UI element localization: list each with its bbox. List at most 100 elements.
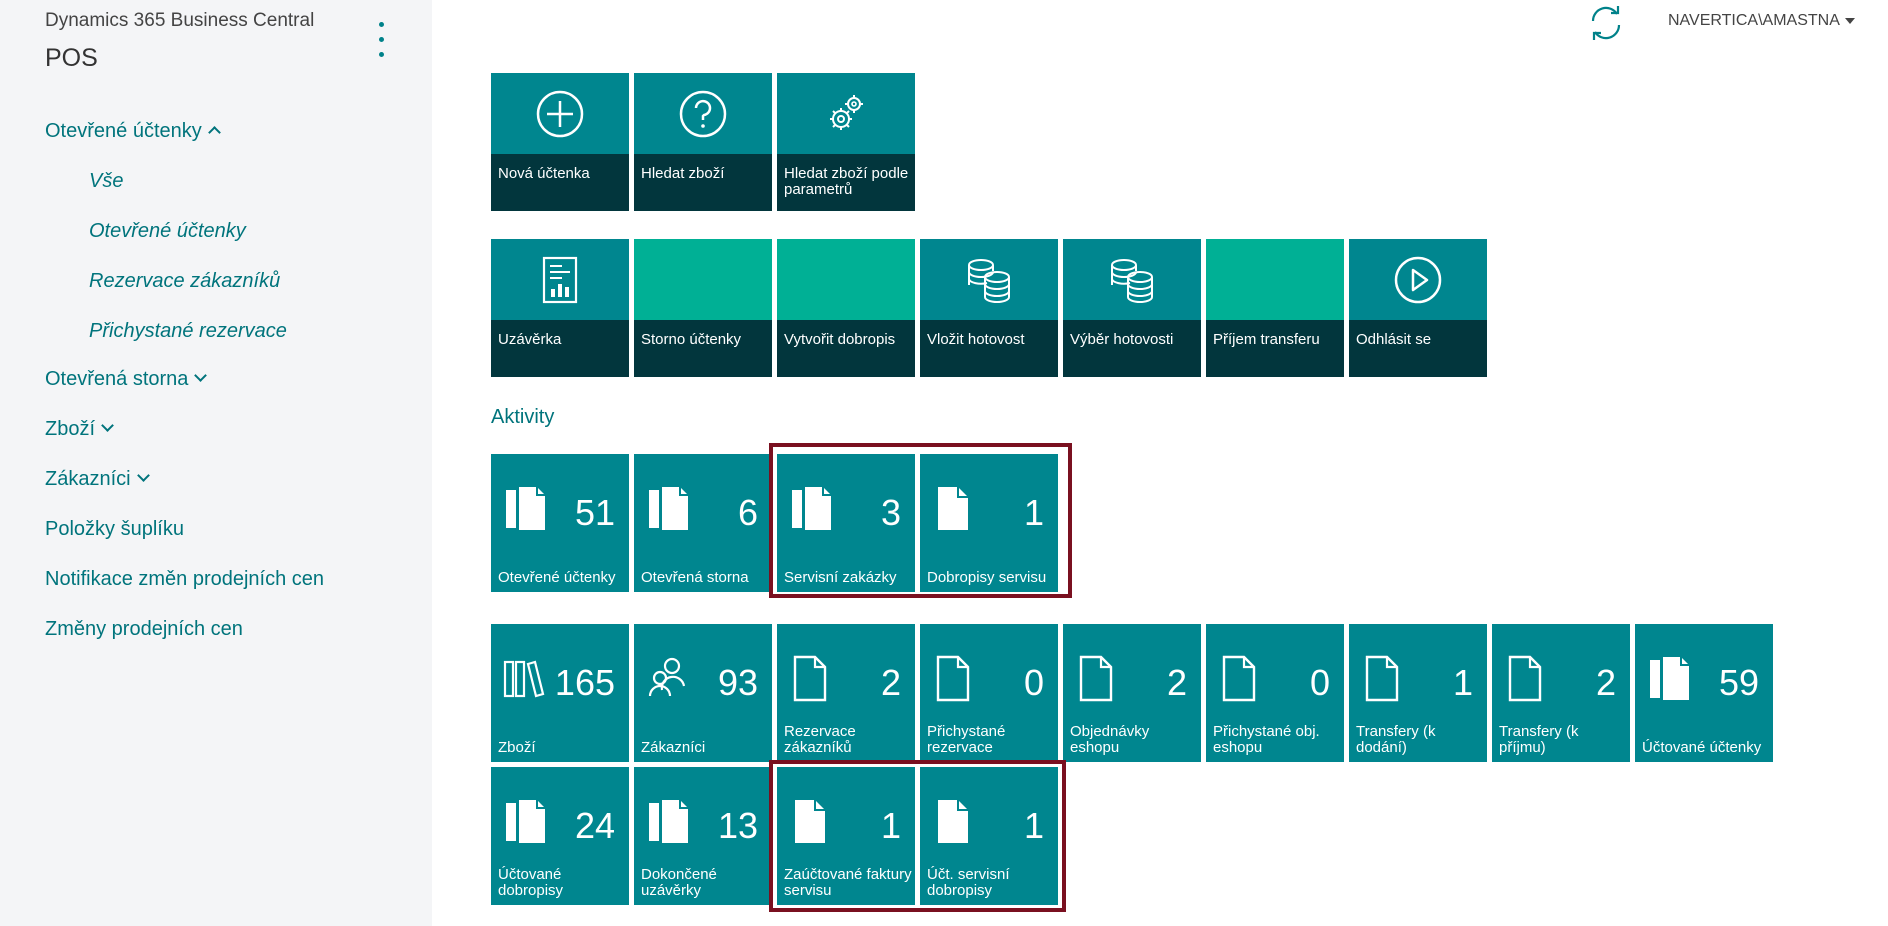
play-circle-icon [1349, 239, 1487, 320]
cue-prepared-reservations[interactable]: 0 Přichystané rezervace [920, 624, 1058, 762]
action-search-items[interactable]: Hledat zboží [634, 73, 772, 211]
cue-count: 6 [737, 492, 758, 533]
app-name: Dynamics 365 Business Central [45, 10, 315, 31]
nav-items[interactable]: Zboží [45, 418, 114, 441]
nav-customers[interactable]: Zákazníci [45, 468, 150, 491]
user-menu[interactable]: NAVERTICA\AMASTNA [1668, 12, 1855, 30]
nav-open-receipts-sub[interactable]: Otevřené účtenky [89, 220, 246, 243]
cue-label: Otevřená storna [641, 569, 749, 586]
nav-open-receipts-label: Otevřené účtenky [45, 120, 202, 142]
action-label: Vložit hotovost [927, 331, 1025, 348]
cue-count: 3 [880, 492, 901, 533]
action-receive-transfer[interactable]: Příjem transferu [1206, 239, 1344, 377]
nav-all[interactable]: Vše [89, 170, 123, 193]
nav-customers-label: Zákazníci [45, 468, 131, 490]
action-label: Výběr hotovosti [1070, 331, 1174, 348]
cue-label: Přichystané obj. eshopu [1213, 723, 1320, 756]
nav-customer-reservations[interactable]: Rezervace zákazníků [89, 270, 280, 293]
cue-customer-reservations[interactable]: 2 Rezervace zákazníků [777, 624, 915, 762]
cue-items[interactable]: 165 Zboží [491, 624, 629, 762]
cue-label: Servisní zakázky [784, 569, 897, 586]
documents-icon [646, 484, 692, 534]
cue-service-credit-memos[interactable]: 1 Dobropisy servisu [920, 454, 1058, 592]
cue-open-reversals[interactable]: 6 Otevřená storna [634, 454, 772, 592]
documents-icon [789, 484, 835, 534]
cue-count: 51 [574, 492, 615, 533]
more-options-icon[interactable] [374, 22, 388, 66]
document-icon [1361, 654, 1407, 704]
action-label: Hledat zboží [641, 165, 725, 182]
cue-completed-closings[interactable]: 13 Dokončené uzávěrky [634, 767, 772, 905]
cue-count: 0 [1309, 662, 1330, 703]
action-deposit-cash[interactable]: Vložit hotovost [920, 239, 1058, 377]
cue-posted-service-credit-memos[interactable]: 1 Účt. servisní dobropisy [920, 767, 1058, 905]
cue-transfers-to-receive[interactable]: 2 Transfery (k příjmu) [1492, 624, 1630, 762]
navigation-pane: Dynamics 365 Business Central POS Otevře… [0, 0, 432, 926]
cue-prepared-eshop-orders[interactable]: 0 Přichystané obj. eshopu [1206, 624, 1344, 762]
cue-label: Účt. servisní dobropisy [927, 866, 1010, 899]
action-create-credit-memo[interactable]: Vytvořit dobropis [777, 239, 915, 377]
report-icon [491, 239, 629, 320]
cue-count: 93 [717, 662, 758, 703]
cue-count: 13 [717, 805, 758, 846]
action-closing[interactable]: Uzávěrka [491, 239, 629, 377]
cue-posted-receipts[interactable]: 59 Účtované účtenky [1635, 624, 1773, 762]
cue-count: 24 [574, 805, 615, 846]
cue-count: 1 [880, 805, 901, 846]
chevron-down-icon [136, 469, 150, 482]
gears-icon [777, 73, 915, 154]
action-label: Příjem transferu [1213, 331, 1320, 348]
cue-label: Zákazníci [641, 739, 706, 756]
chevron-down-icon [101, 419, 114, 432]
cue-eshop-orders[interactable]: 2 Objednávky eshopu [1063, 624, 1201, 762]
document-icon [1218, 654, 1264, 704]
document-icon [789, 797, 835, 847]
action-label: Odhlásit se [1356, 331, 1432, 348]
question-circle-icon [634, 73, 772, 154]
action-label: Hledat zboží podle parametrů [784, 165, 909, 198]
caret-down-icon [1844, 17, 1855, 24]
nav-items-label: Zboží [45, 418, 96, 440]
cue-label: Účtované účtenky [1642, 739, 1762, 756]
cue-service-orders[interactable]: 3 Servisní zakázky [777, 454, 915, 592]
plus-circle-icon [491, 73, 629, 154]
coins-icon [920, 239, 1058, 320]
action-withdraw-cash[interactable]: Výběr hotovosti [1063, 239, 1201, 377]
cue-count: 2 [1166, 662, 1187, 703]
chevron-up-icon [207, 126, 221, 139]
cue-customers[interactable]: 93 Zákazníci [634, 624, 772, 762]
nav-prepared-reservations[interactable]: Přichystané rezervace [89, 320, 287, 343]
action-search-items-params[interactable]: Hledat zboží podle parametrů [777, 73, 915, 211]
people-icon [646, 654, 692, 704]
action-new-receipt[interactable]: Nová účtenka [491, 73, 629, 211]
cue-count: 59 [1718, 662, 1759, 703]
documents-icon [503, 797, 549, 847]
library-icon [503, 654, 549, 704]
cue-posted-service-invoices[interactable]: 1 Zaúčtované faktury servisu [777, 767, 915, 905]
action-label: Storno účtenky [641, 331, 742, 348]
cue-count: 0 [1023, 662, 1044, 703]
nav-drawer-entries[interactable]: Položky šuplíku [45, 518, 184, 541]
nav-price-notifications[interactable]: Notifikace změn prodejních cen [45, 568, 324, 591]
nav-open-reversals[interactable]: Otevřená storna [45, 368, 208, 391]
document-icon [932, 654, 978, 704]
refresh-icon[interactable] [1587, 4, 1625, 42]
action-cancel-receipts[interactable]: Storno účtenky [634, 239, 772, 377]
action-label: Vytvořit dobropis [784, 331, 896, 348]
nav-price-changes[interactable]: Změny prodejních cen [45, 618, 243, 641]
user-name: NAVERTICA\AMASTNA [1668, 12, 1840, 29]
cue-count: 1 [1023, 492, 1044, 533]
action-label: Nová účtenka [498, 165, 590, 182]
document-icon [932, 797, 978, 847]
cue-count: 1 [1023, 805, 1044, 846]
cue-transfers-to-ship[interactable]: 1 Transfery (k dodání) [1349, 624, 1487, 762]
action-log-out[interactable]: Odhlásit se [1349, 239, 1487, 377]
nav-open-receipts[interactable]: Otevřené účtenky [45, 120, 221, 143]
documents-icon [1647, 654, 1693, 704]
cue-label: Otevřené účtenky [498, 569, 616, 586]
cue-open-receipts[interactable]: 51 Otevřené účtenky [491, 454, 629, 592]
cue-label: Dobropisy servisu [927, 569, 1047, 586]
document-icon [1504, 654, 1550, 704]
document-icon [932, 484, 978, 534]
cue-posted-credit-memos[interactable]: 24 Účtované dobropisy [491, 767, 629, 905]
